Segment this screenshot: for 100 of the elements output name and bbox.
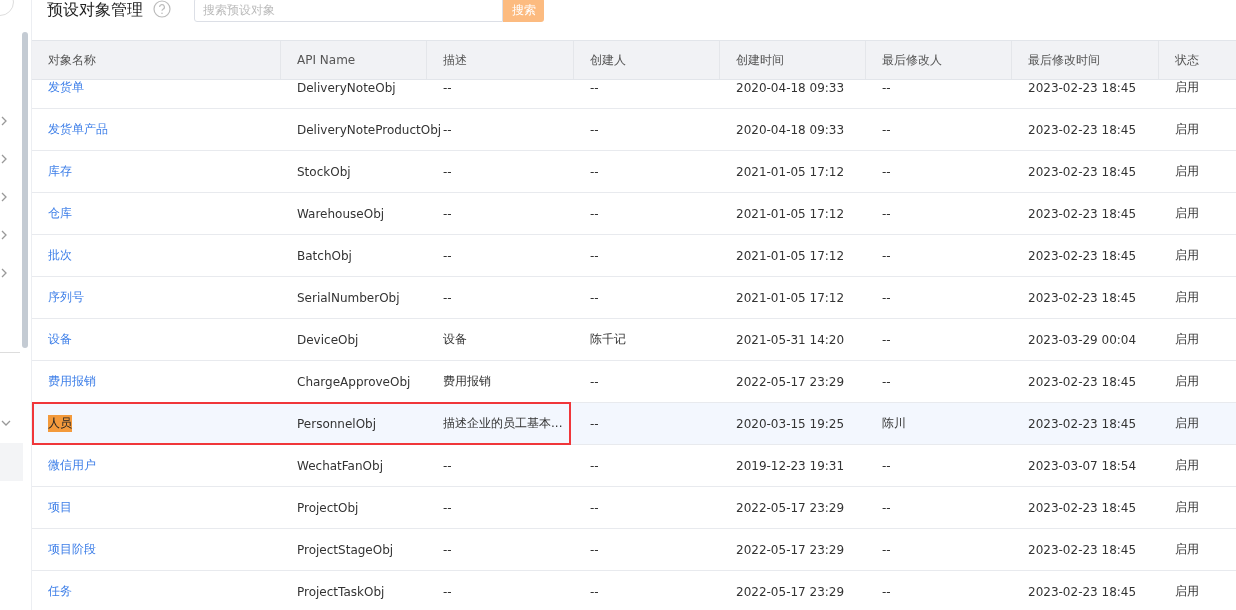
table-cell: 2023-02-23 18:45 <box>1028 500 1137 515</box>
chevron-right-icon[interactable] <box>0 267 8 279</box>
table-cell: WechatFanObj <box>297 458 383 473</box>
table-row[interactable]: 序列号 SerialNumberObj -- -- 2021-01-05 17:12 -- 2023-02-23 18:45 启用 <box>32 277 1236 319</box>
table-cell: -- <box>443 164 452 179</box>
table-row[interactable]: 批次 BatchObj -- -- 2021-01-05 17:12 -- 2023-02-23 18:45 启用 <box>32 235 1236 277</box>
table-row[interactable]: 项目 ProjectObj -- -- 2022-05-17 23:29 -- 2023-02-23 18:45 启用 <box>32 487 1236 529</box>
table-row[interactable]: 任务 ProjectTaskObj -- -- 2022-05-17 23:29 -- 2023-02-23 18:45 启用 <box>32 571 1236 610</box>
object-name-link[interactable]: 发货单 <box>48 80 84 96</box>
object-name-link[interactable]: 库存 <box>48 163 72 180</box>
table-cell: -- <box>882 206 891 221</box>
column-header: 状态 <box>1174 52 1200 69</box>
table-cell: -- <box>443 80 452 95</box>
table-cell: DeliveryNoteObj <box>297 80 396 95</box>
table-cell: -- <box>443 458 452 473</box>
object-name-link[interactable]: 任务 <box>48 583 72 600</box>
table-cell: 启用 <box>1175 163 1199 180</box>
table-cell: -- <box>882 248 891 263</box>
scrollbar[interactable] <box>22 32 28 348</box>
table-cell: 陈川 <box>882 415 906 432</box>
table-row[interactable]: 设备 DeviceObj 设备 陈千记 2021-05-31 14:20 -- 2023-03-29 00:04 启用 <box>32 319 1236 361</box>
object-name-link[interactable]: 批次 <box>48 247 72 264</box>
table-cell: 启用 <box>1175 457 1199 474</box>
page-title: 预设对象管理 <box>47 0 143 20</box>
object-name-link[interactable]: 发货单产品 <box>48 121 108 138</box>
table-cell: 启用 <box>1175 247 1199 264</box>
table-cell: 2022-05-17 23:29 <box>736 584 845 599</box>
table-cell: 2023-03-07 18:54 <box>1028 458 1137 473</box>
table-cell: 2020-03-15 19:25 <box>736 416 845 431</box>
table-cell: 2023-02-23 18:45 <box>1028 206 1137 221</box>
object-name-link[interactable]: 微信用户 <box>48 457 96 474</box>
object-name-link[interactable]: 序列号 <box>48 289 84 306</box>
table-cell: 2023-02-23 18:45 <box>1028 164 1137 179</box>
table-cell: -- <box>882 290 891 305</box>
table-cell: 2023-02-23 18:45 <box>1028 374 1137 389</box>
table-row[interactable]: 发货单产品 DeliveryNoteProductObj-- -- 2020-04-18 09:33 -- 2023-02-23 18:45 启用 <box>32 109 1236 151</box>
table-cell: -- <box>590 542 599 557</box>
table-cell: 2021-01-05 17:12 <box>736 248 845 263</box>
table-cell: 2023-02-23 18:45 <box>1028 122 1137 137</box>
table-cell: -- <box>882 542 891 557</box>
table-cell: 2023-03-29 00:04 <box>1028 332 1137 347</box>
table-cell: -- <box>443 584 452 599</box>
table-cell: 启用 <box>1175 541 1199 558</box>
table-cell: 启用 <box>1175 80 1199 96</box>
object-name-link[interactable]: 费用报销 <box>48 373 96 390</box>
chevron-right-icon[interactable] <box>0 153 8 165</box>
chevron-down-icon[interactable] <box>0 419 12 427</box>
table-cell: -- <box>882 332 891 347</box>
column-header: 最后修改时间 <box>1012 41 1159 79</box>
table-row[interactable]: 仓库 WarehouseObj -- -- 2021-01-05 17:12 -- 2023-02-23 18:45 启用 <box>32 193 1236 235</box>
object-name-link[interactable]: 项目阶段 <box>48 541 96 558</box>
column-header: 创建人 <box>574 41 720 79</box>
chevron-right-icon[interactable] <box>0 115 8 127</box>
table-cell: 2023-02-23 18:45 <box>1028 248 1137 263</box>
table-cell: -- <box>590 500 599 515</box>
table-cell: ProjectStageObj <box>297 542 394 557</box>
table-cell: 2021-01-05 17:12 <box>736 290 845 305</box>
table-cell: 2023-02-23 18:45 <box>1028 542 1137 557</box>
object-name-link[interactable]: 项目 <box>48 499 72 516</box>
table-cell: -- <box>590 458 599 473</box>
table-cell: 描述企业的员工基本... <box>443 415 563 432</box>
search-field[interactable]: 搜索预设对象 <box>194 0 503 22</box>
column-header: 创建时间 <box>720 41 866 79</box>
object-name-link[interactable]: 仓库 <box>48 205 72 222</box>
table-cell: -- <box>443 542 452 557</box>
table-cell: 启用 <box>1175 121 1199 138</box>
help-icon[interactable] <box>153 0 171 18</box>
table-cell: 2023-02-23 18:45 <box>1028 584 1137 599</box>
table-cell: -- <box>590 416 599 431</box>
table-cell: -- <box>590 248 599 263</box>
table-cell: -- <box>590 290 599 305</box>
table-cell: 2022-05-17 23:29 <box>736 374 845 389</box>
table-row[interactable]: 微信用户 WechatFanObj -- -- 2019-12-23 19:31 -- 2023-03-07 18:54 启用 <box>32 445 1236 487</box>
chevron-right-icon[interactable] <box>0 191 8 203</box>
table-cell: -- <box>590 122 599 137</box>
table-cell: 启用 <box>1175 499 1199 516</box>
column-header: 最后修改人 <box>866 41 1012 79</box>
table-cell: 启用 <box>1175 415 1199 432</box>
object-name-link[interactable]: 人员 <box>48 415 72 432</box>
table-cell: -- <box>882 458 891 473</box>
table-cell: -- <box>590 80 599 95</box>
table-cell: ProjectObj <box>297 500 359 515</box>
table-cell: SerialNumberObj <box>297 290 400 305</box>
table-cell: DeliveryNoteProductObj <box>297 122 442 137</box>
selected-row[interactable]: 人员 PersonnelObj 描述企业的员工基本... -- 2020-03-15 19:25 陈川 2023-02-23 18:45 启用 <box>32 403 1236 445</box>
table-cell: -- <box>590 374 599 389</box>
table-cell: 启用 <box>1175 331 1199 348</box>
table-row[interactable]: 库存 StockObj -- -- 2021-01-05 17:12 -- 2023-02-23 18:45 启用 <box>32 151 1236 193</box>
table-cell: -- <box>443 122 452 137</box>
object-name-link[interactable]: 设备 <box>48 331 72 348</box>
column-header: 描述 <box>427 41 574 79</box>
chevron-right-icon[interactable] <box>0 229 8 241</box>
column-header: API Name <box>281 41 427 79</box>
table-cell: -- <box>882 374 891 389</box>
table-cell: -- <box>590 206 599 221</box>
table-cell: 启用 <box>1175 205 1199 222</box>
table-row[interactable]: 发货单 DeliveryNoteObj -- -- 2020-04-18 09:33 -- 2023-02-23 18:45 启用 <box>32 80 1236 109</box>
table-cell: WarehouseObj <box>297 206 385 221</box>
table-row[interactable]: 项目阶段 ProjectStageObj -- -- 2022-05-17 23:29 -- 2023-02-23 18:45 启用 <box>32 529 1236 571</box>
table-cell: 设备 <box>443 331 467 348</box>
